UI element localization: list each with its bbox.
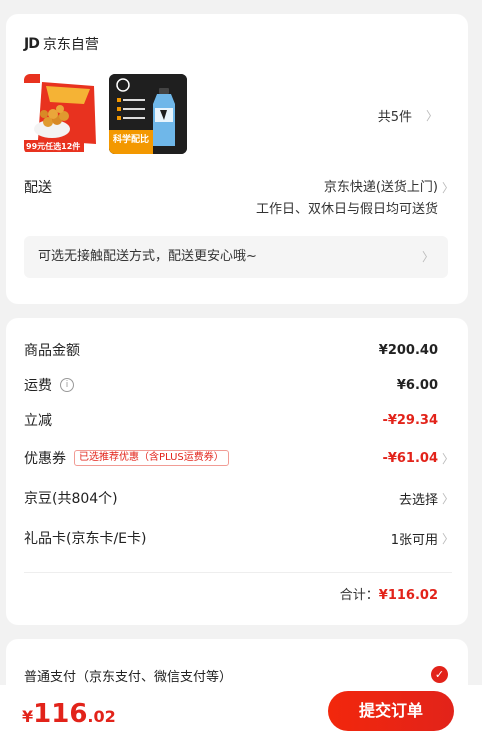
- price-row-shipping: 运费 i ¥6.00: [24, 374, 438, 396]
- store-card: JD 京东自营 99元任选12件 科学配比 共5件 〉 配送 京东快递(送货上门…: [6, 14, 468, 304]
- price-decimal: .02: [87, 707, 116, 726]
- notice-text: 可选无接触配送方式，配送更安心哦~: [38, 249, 257, 264]
- product-promo-badge: 99元任选12件: [26, 142, 81, 151]
- divider: [24, 572, 452, 573]
- item-count[interactable]: 共5件 〉: [378, 106, 438, 125]
- delivery-option[interactable]: 京东快递(送货上门) 工作日、双休日与假日均可送货 〉: [255, 177, 454, 221]
- row-value: ¥200.40: [378, 342, 438, 358]
- total-value: ¥116.02: [378, 588, 438, 603]
- coupon-tag: 已选推荐优惠（含PLUS运费券）: [74, 450, 229, 466]
- currency-symbol: ¥: [22, 707, 34, 726]
- price-row-coupon[interactable]: 优惠券 已选推荐优惠（含PLUS运费券） -¥61.04 〉: [24, 447, 454, 469]
- check-icon[interactable]: ✓: [431, 666, 448, 683]
- price-row-discount: 立减 -¥29.34: [24, 409, 438, 431]
- row-label: 京豆(共804个): [24, 491, 118, 507]
- price-integer: 116: [33, 699, 88, 729]
- delivery-schedule: 工作日、双休日与假日均可送货: [255, 202, 438, 217]
- row-value: ¥6.00: [396, 377, 438, 393]
- row-value: -¥61.04: [382, 450, 438, 466]
- price-row-jd-beans[interactable]: 京豆(共804个) 去选择 〉: [24, 487, 454, 509]
- payment-method-label[interactable]: 普通支付（京东支付、微信支付等）: [24, 666, 232, 685]
- row-value: -¥29.34: [382, 412, 438, 428]
- delivery-method: 京东快递(送货上门): [323, 180, 438, 195]
- chevron-right-icon: 〉: [441, 531, 454, 546]
- final-price: ¥116.02: [22, 699, 116, 729]
- price-row-goods: 商品金额 ¥200.40: [24, 339, 438, 361]
- item-count-label: 共5件: [377, 110, 412, 125]
- checkout-bar: ¥116.02 提交订单: [0, 685, 482, 739]
- store-title[interactable]: JD 京东自营: [24, 34, 99, 54]
- chevron-right-icon: 〉: [441, 181, 454, 195]
- chevron-right-icon: 〉: [421, 250, 434, 264]
- row-value: 去选择: [398, 492, 438, 508]
- price-row-gift-card[interactable]: 礼品卡(京东卡/E卡) 1张可用 〉: [24, 527, 454, 549]
- order-total: 合计：¥116.02: [340, 584, 438, 603]
- submit-order-button[interactable]: 提交订单: [328, 691, 454, 731]
- jd-logo-icon: JD: [24, 36, 40, 52]
- product-image-snack[interactable]: 99元任选12件: [24, 74, 102, 154]
- delivery-label: 配送: [24, 180, 52, 196]
- row-value: 1张可用: [390, 532, 438, 548]
- row-label: 立减: [24, 413, 52, 429]
- contactless-delivery-notice[interactable]: 可选无接触配送方式，配送更安心哦~ 〉: [24, 236, 448, 278]
- row-label: 商品金额: [24, 343, 80, 359]
- info-icon[interactable]: i: [60, 378, 74, 392]
- row-label: 礼品卡(京东卡/E卡): [24, 531, 147, 547]
- store-name: 京东自营: [42, 37, 99, 53]
- price-summary-card: 商品金额 ¥200.40 运费 i ¥6.00 立减 -¥29.34 优惠券 已…: [6, 318, 468, 625]
- product-feature-badge: 科学配比: [113, 135, 150, 145]
- chevron-right-icon: 〉: [425, 109, 438, 123]
- chevron-right-icon: 〉: [441, 491, 454, 506]
- row-label: 优惠券: [24, 451, 66, 467]
- product-image-drink[interactable]: 科学配比: [109, 74, 187, 154]
- chevron-right-icon: 〉: [441, 451, 454, 466]
- row-label: 运费: [24, 378, 52, 394]
- total-label: 合计：: [339, 588, 379, 603]
